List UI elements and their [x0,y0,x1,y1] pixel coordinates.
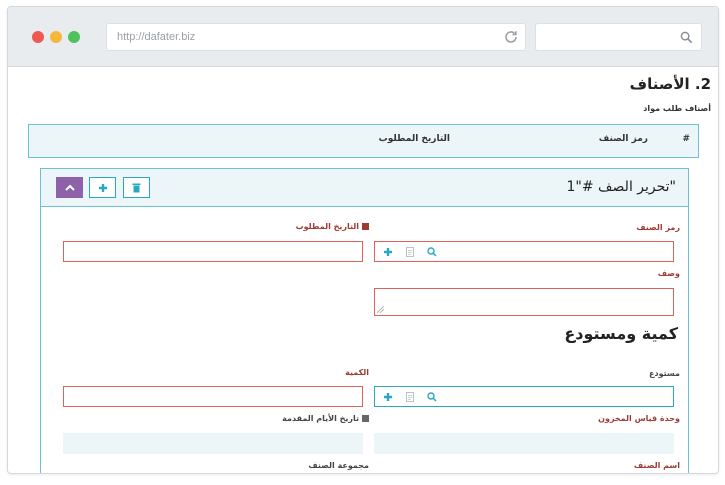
collapse-button[interactable] [56,177,83,198]
required-date-label: التاريخ المطلوب [296,222,369,231]
item-code-label: رمز الصنف [636,223,680,232]
browser-window: http://dafater.biz 2. الأصناف أصناف طلب … [7,6,719,474]
close-window-button[interactable] [32,31,44,43]
column-header-required-date: التاريخ المطلوب [378,134,450,144]
search-icon [426,391,437,402]
quantity-label: الكمية [345,368,369,377]
plus-icon [383,392,392,401]
quantity-input[interactable] [63,386,363,407]
item-name-label: اسم الصنف [633,461,680,470]
column-header-item-code: رمز الصنف [598,134,648,144]
warehouse-field[interactable] [374,386,674,407]
reload-icon[interactable] [503,29,519,45]
items-table-header: # رمز الصنف التاريخ المطلوب [28,124,699,158]
row-editor-title: "تحرير الصف #"1 [566,179,677,195]
row-editor-header: "تحرير الصف #"1 [41,169,688,207]
required-date-label-text: التاريخ المطلوب [295,222,359,231]
quantity-warehouse-heading: كمية ومستودع [564,324,678,343]
section-title: 2. الأصناف [629,75,711,93]
column-header-number: # [682,134,690,144]
row-editor-panel: "تحرير الصف #"1 رمز الصنف التاريخ المطلو… [40,168,689,473]
address-bar[interactable]: http://dafater.biz [106,23,526,51]
lead-time-date-label-text: تاريخ الأيام المقدمة [282,414,359,423]
document-icon [405,391,414,402]
item-group-label: مجموعة الصنف [308,461,369,470]
browser-search-bar[interactable] [535,23,702,51]
open-warehouse-button[interactable] [403,390,416,403]
stock-uom-readonly [374,433,674,454]
warehouse-tools [381,390,438,403]
description-textarea[interactable] [374,288,674,316]
description-label: وصف [657,269,680,278]
field-mark [362,415,369,422]
maximize-window-button[interactable] [68,31,80,43]
browser-toolbar: http://dafater.biz [8,7,718,67]
add-warehouse-button[interactable] [381,390,394,403]
item-code-tools [381,245,438,258]
open-item-button[interactable] [403,245,416,258]
lead-time-date-label: تاريخ الأيام المقدمة [282,414,369,423]
delete-row-button[interactable] [123,177,150,198]
trash-icon [132,183,141,192]
add-item-button[interactable] [381,245,394,258]
search-item-button[interactable] [425,245,438,258]
insert-row-button[interactable] [89,177,116,198]
plus-icon [383,247,392,256]
stock-uom-label: وحدة قياس المخزون [598,414,680,423]
items-subtitle: أصناف طلب مواد [643,104,711,113]
document-icon [405,246,414,257]
lead-time-date-readonly [63,433,363,454]
resize-grip-icon[interactable] [377,306,384,313]
search-icon [426,246,437,257]
warehouse-label: مستودع [649,369,680,378]
required-date-input[interactable] [63,241,363,262]
plus-icon [98,183,107,192]
page-content: 2. الأصناف أصناف طلب مواد # رمز الصنف ال… [8,67,718,473]
search-icon[interactable] [680,31,693,44]
chevron-up-icon [64,184,75,191]
search-warehouse-button[interactable] [425,390,438,403]
address-text: http://dafater.biz [117,31,196,43]
item-code-field[interactable] [374,241,674,262]
minimize-window-button[interactable] [50,31,62,43]
required-mark [362,223,369,230]
